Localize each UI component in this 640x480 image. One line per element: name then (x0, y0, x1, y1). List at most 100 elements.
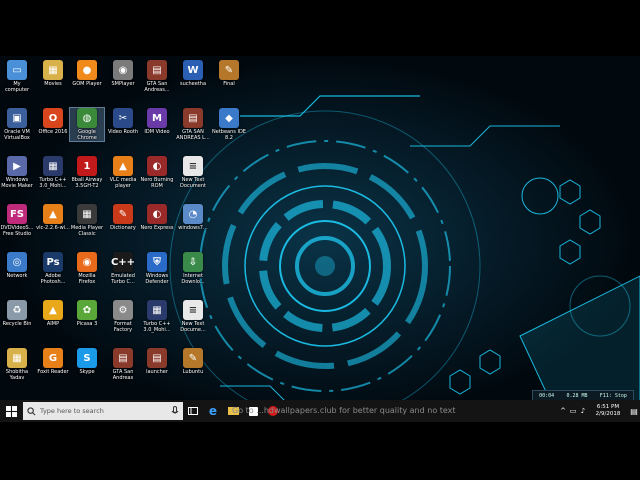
format-factory-icon: ⚙ (113, 300, 133, 320)
desktop-icon[interactable]: ▤ GTA SAN ANDREAS L... (176, 108, 210, 141)
desktop-icon[interactable]: ≡ New Text Document (176, 156, 210, 189)
desktop-icon[interactable]: ◐ Nero Express (140, 204, 174, 231)
turbo-c-icon: ▦ (43, 156, 63, 176)
desktop-icon[interactable]: ▦ Movies (36, 60, 70, 87)
desktop-icon[interactable]: Wsucheetha (176, 60, 210, 87)
desktop-icon[interactable]: FS DVDVideoS... Free Studio (0, 204, 34, 237)
gta-icon: ▤ (183, 108, 203, 128)
desktop-icon-label: sucheetha (179, 81, 207, 87)
desktop-icon[interactable]: ▭ My computer (0, 60, 34, 93)
picasa-icon: ✿ (77, 300, 97, 320)
desktop-icon[interactable]: ⇩ Internet Downlo... (176, 252, 210, 285)
desktop-icon[interactable]: M IDM Video (140, 108, 174, 135)
desktop-icon[interactable]: ▦ Turbo C++ 3.0_Mohi... (36, 156, 70, 189)
desktop-icon-label: New Text Document (180, 177, 206, 189)
desktop-icon[interactable]: ◎ Network (0, 252, 34, 279)
desktop-icon-label: Mozilla Firefox (78, 273, 96, 285)
clock[interactable]: 6:51 PM 2/9/2018 (588, 404, 628, 418)
desktop-icon-label: VLC media player (109, 177, 137, 189)
microphone-icon[interactable] (171, 406, 179, 416)
nero-icon: ◐ (147, 156, 167, 176)
desktop-icon-label: Google Chrome (77, 129, 97, 141)
desktop-icon-label: Movies (44, 81, 62, 87)
desktop-icon[interactable]: ◔ windows7... (176, 204, 210, 231)
notifications-icon[interactable]: ▤ (628, 407, 640, 416)
desktop-icon-label: Internet Downlo... (181, 273, 205, 285)
desktop-icon[interactable]: ▦ Shobitha Yadav (0, 348, 34, 381)
desktop-icon[interactable]: ▶ Windows Movie Maker (0, 156, 34, 189)
desktop-icon-label: Lubuntu (182, 369, 204, 375)
desktop-icon[interactable]: ▤ GTA San Andreas... (140, 60, 174, 93)
desktop-icon[interactable]: ⛨ Windows Defender (140, 252, 174, 285)
desktop-icon-label: Foxit Reader (37, 369, 69, 375)
video-icon: ✂ (113, 108, 133, 128)
search-placeholder: Type here to search (40, 407, 104, 415)
desktop-icon[interactable]: ▲ vlc-2.2.6-wi... (36, 204, 70, 231)
desktop-icon[interactable]: ✎ Lubuntu (176, 348, 210, 375)
desktop-icon[interactable]: O Office 2016 (36, 108, 70, 135)
desktop-icon[interactable]: ♻ Recycle Bin (0, 300, 34, 327)
vlc-icon: ▲ (113, 156, 133, 176)
desktop-icon[interactable]: G Foxit Reader (36, 348, 70, 375)
desktop-icon[interactable]: ▤ launcher (140, 348, 174, 375)
desktop-icon[interactable]: ◉ Mozilla Firefox (70, 252, 104, 285)
desktop-icon-label: Emulated Turbo C... (111, 273, 135, 285)
gta-icon: ▤ (147, 60, 167, 80)
desktop-icon-label: New Text Docume... (180, 321, 206, 333)
task-view-button[interactable] (183, 400, 203, 422)
tray-arrow-icon[interactable]: ^ (558, 407, 568, 415)
desktop-icon[interactable]: ● GOM Player (70, 60, 104, 87)
photoshop-icon: Ps (43, 252, 63, 272)
desktop-icon-label: Shobitha Yadav (5, 369, 29, 381)
desktop-icon[interactable]: ✿ Picasa 3 (70, 300, 104, 327)
desktop-icon[interactable]: ✂ Video Rooth (106, 108, 140, 135)
free-studio-icon: FS (7, 204, 27, 224)
desktop-icon[interactable]: ▲ VLC media player (106, 156, 140, 189)
desktop-icon[interactable]: ◉ SMPlayer (106, 60, 140, 87)
desktop-icon[interactable]: ✎ Dictionary (106, 204, 140, 231)
desktop-icon-label: IDM Video (144, 129, 170, 135)
desktop-icon[interactable]: ⚙ Format Factory (106, 300, 140, 333)
desktop-icon[interactable]: ▲ AIMP (36, 300, 70, 327)
taskbar-edge[interactable]: e (203, 400, 223, 422)
firefox-icon: ◉ (77, 252, 97, 272)
desktop-icon[interactable]: ≡ New Text Docume... (176, 300, 210, 333)
desktop-icon[interactable]: ◐ Nero Burning ROM (140, 156, 174, 189)
desktop-icon-label: Windows Movie Maker (1, 177, 33, 189)
desktop-icon-label: DVDVideoS... Free Studio (0, 225, 34, 237)
desktop-icon-label: Recycle Bin (2, 321, 32, 327)
desktop-icon-label: GOM Player (72, 81, 102, 87)
desktop-icon-label: vlc-2.2.6-wi... (36, 225, 70, 231)
desktop-icon[interactable]: C++ Emulated Turbo C... (106, 252, 140, 285)
network-tray-icon[interactable]: ▭ (568, 407, 578, 415)
netbeans-icon: ◆ (219, 108, 239, 128)
desktop-icon[interactable]: ▤ GTA San Andreas (106, 348, 140, 381)
winrar-icon: ✎ (183, 348, 203, 368)
desktop-icon-label: Video Rooth (107, 129, 139, 135)
desktop-icon[interactable]: 1 8ball Airway 3.5GH-T2 (70, 156, 104, 189)
smplayer-icon: ◉ (113, 60, 133, 80)
recorder-stop[interactable]: F11: Stop (600, 393, 627, 399)
office-icon: O (43, 108, 63, 128)
recycle-bin-icon: ♻ (7, 300, 27, 320)
start-button[interactable] (0, 400, 22, 422)
desktop-icon[interactable]: ✎ Final (212, 60, 246, 87)
desktop-icon-label: Network (6, 273, 28, 279)
search-box[interactable]: Type here to search (23, 402, 183, 420)
volume-tray-icon[interactable]: ♪ (578, 407, 588, 415)
desktop-icon[interactable]: Ps Adobe Photosh... (36, 252, 70, 285)
desktop-icon[interactable]: ▦ Media Player Classic (70, 204, 104, 237)
desktop-icon-label: Oracle VM VirtualBox (4, 129, 30, 141)
desktop-icon-label: Media Player Classic (70, 225, 104, 237)
desktop-icon-label: AIMP (46, 321, 60, 327)
turbo-c-icon: C++ (111, 252, 135, 272)
desktop-icon[interactable]: ◆ Netbeans IDE 8.2 (212, 108, 246, 141)
launcher-icon: ▤ (147, 348, 167, 368)
task-view-icon (188, 407, 198, 415)
desktop-icon[interactable]: S Skype (70, 348, 104, 375)
desktop-icon[interactable]: ▣ Oracle VM VirtualBox (0, 108, 34, 141)
desktop-icon[interactable]: ▦ Turbo C++ 3.0_Mohi... (140, 300, 174, 333)
desktop-icon[interactable]: ◍ Google Chrome (69, 107, 105, 142)
system-tray: ^ ▭ ♪ 6:51 PM 2/9/2018 ▤ (558, 400, 640, 422)
desktop-icon-label: Netbeans IDE 8.2 (212, 129, 246, 141)
